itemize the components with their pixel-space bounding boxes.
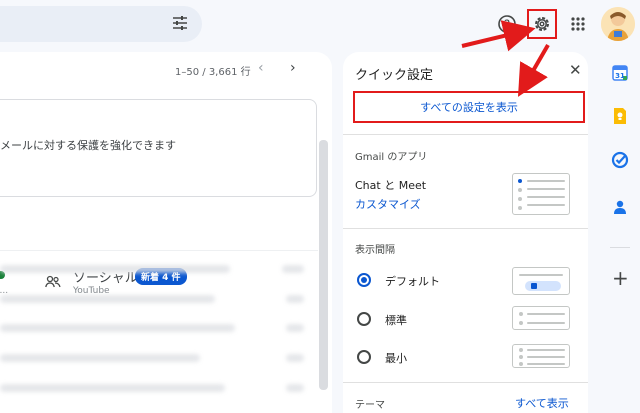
avatar[interactable] bbox=[601, 7, 635, 41]
density-section-title: 表示間隔 bbox=[355, 245, 395, 256]
svg-text:31: 31 bbox=[615, 72, 625, 80]
table-row-date bbox=[286, 354, 304, 362]
quick-settings-panel: クイック設定 ✕ すべての設定を表示 Gmail のアプリ Chat と Mee… bbox=[343, 52, 588, 413]
rail-divider bbox=[610, 247, 630, 248]
density-default-label[interactable]: デフォルト bbox=[385, 273, 440, 289]
table-row[interactable] bbox=[0, 384, 225, 392]
divider bbox=[343, 382, 588, 383]
density-comfortable-label[interactable]: 標準 bbox=[385, 312, 407, 328]
tune-icon[interactable] bbox=[170, 13, 190, 33]
mail-list-panel: 1–50 / 3,661 行 ‹ › メールに対する保護を強化できます e...… bbox=[0, 52, 332, 413]
calendar-icon[interactable]: 31 bbox=[611, 64, 629, 82]
table-row-date bbox=[282, 265, 304, 273]
divider bbox=[343, 228, 588, 229]
security-banner-text: メールに対する保護を強化できます bbox=[0, 139, 176, 152]
add-icon[interactable]: + bbox=[612, 266, 629, 290]
scrollbar[interactable] bbox=[319, 140, 328, 390]
theme-section-title: テーマ bbox=[355, 400, 385, 411]
table-row[interactable] bbox=[0, 324, 235, 332]
chat-meet-thumbnail[interactable] bbox=[512, 173, 570, 215]
help-icon[interactable]: ? bbox=[495, 12, 519, 36]
row-divider bbox=[0, 250, 318, 251]
close-icon[interactable]: ✕ bbox=[569, 61, 582, 79]
apps-section-title: Gmail のアプリ bbox=[355, 152, 428, 163]
table-row-date bbox=[286, 295, 304, 303]
divider bbox=[343, 134, 588, 135]
svg-text:?: ? bbox=[504, 18, 510, 32]
density-comfortable-radio[interactable] bbox=[357, 312, 371, 326]
table-row[interactable] bbox=[0, 295, 215, 303]
table-row[interactable] bbox=[0, 354, 200, 362]
settings-highlight-box bbox=[527, 9, 557, 39]
chat-meet-label: Chat と Meet bbox=[355, 179, 427, 192]
people-icon bbox=[45, 274, 61, 288]
density-comfortable-thumbnail[interactable] bbox=[512, 306, 570, 330]
chevron-left-icon[interactable]: ‹ bbox=[258, 60, 264, 76]
table-row[interactable] bbox=[0, 265, 230, 273]
density-compact-radio[interactable] bbox=[357, 350, 371, 364]
table-row-date bbox=[286, 384, 304, 392]
keep-icon[interactable] bbox=[611, 107, 629, 125]
quick-settings-title: クイック設定 bbox=[355, 68, 434, 83]
theme-view-all-link[interactable]: すべて表示 bbox=[515, 395, 569, 411]
pagination-text: 1–50 / 3,661 行 bbox=[175, 67, 251, 78]
customize-link[interactable]: カスタマイズ bbox=[355, 196, 421, 212]
tasks-icon[interactable] bbox=[611, 151, 629, 169]
table-row-date bbox=[286, 324, 304, 332]
density-compact-label[interactable]: 最小 bbox=[385, 350, 407, 366]
apps-grid-icon[interactable] bbox=[566, 12, 590, 36]
density-default-radio[interactable] bbox=[357, 273, 371, 287]
density-default-thumbnail[interactable] bbox=[512, 267, 570, 295]
chevron-right-icon[interactable]: › bbox=[290, 60, 296, 76]
all-settings-button[interactable]: すべての設定を表示 bbox=[353, 91, 585, 123]
contacts-icon[interactable] bbox=[611, 198, 629, 216]
density-compact-thumbnail[interactable] bbox=[512, 344, 570, 368]
